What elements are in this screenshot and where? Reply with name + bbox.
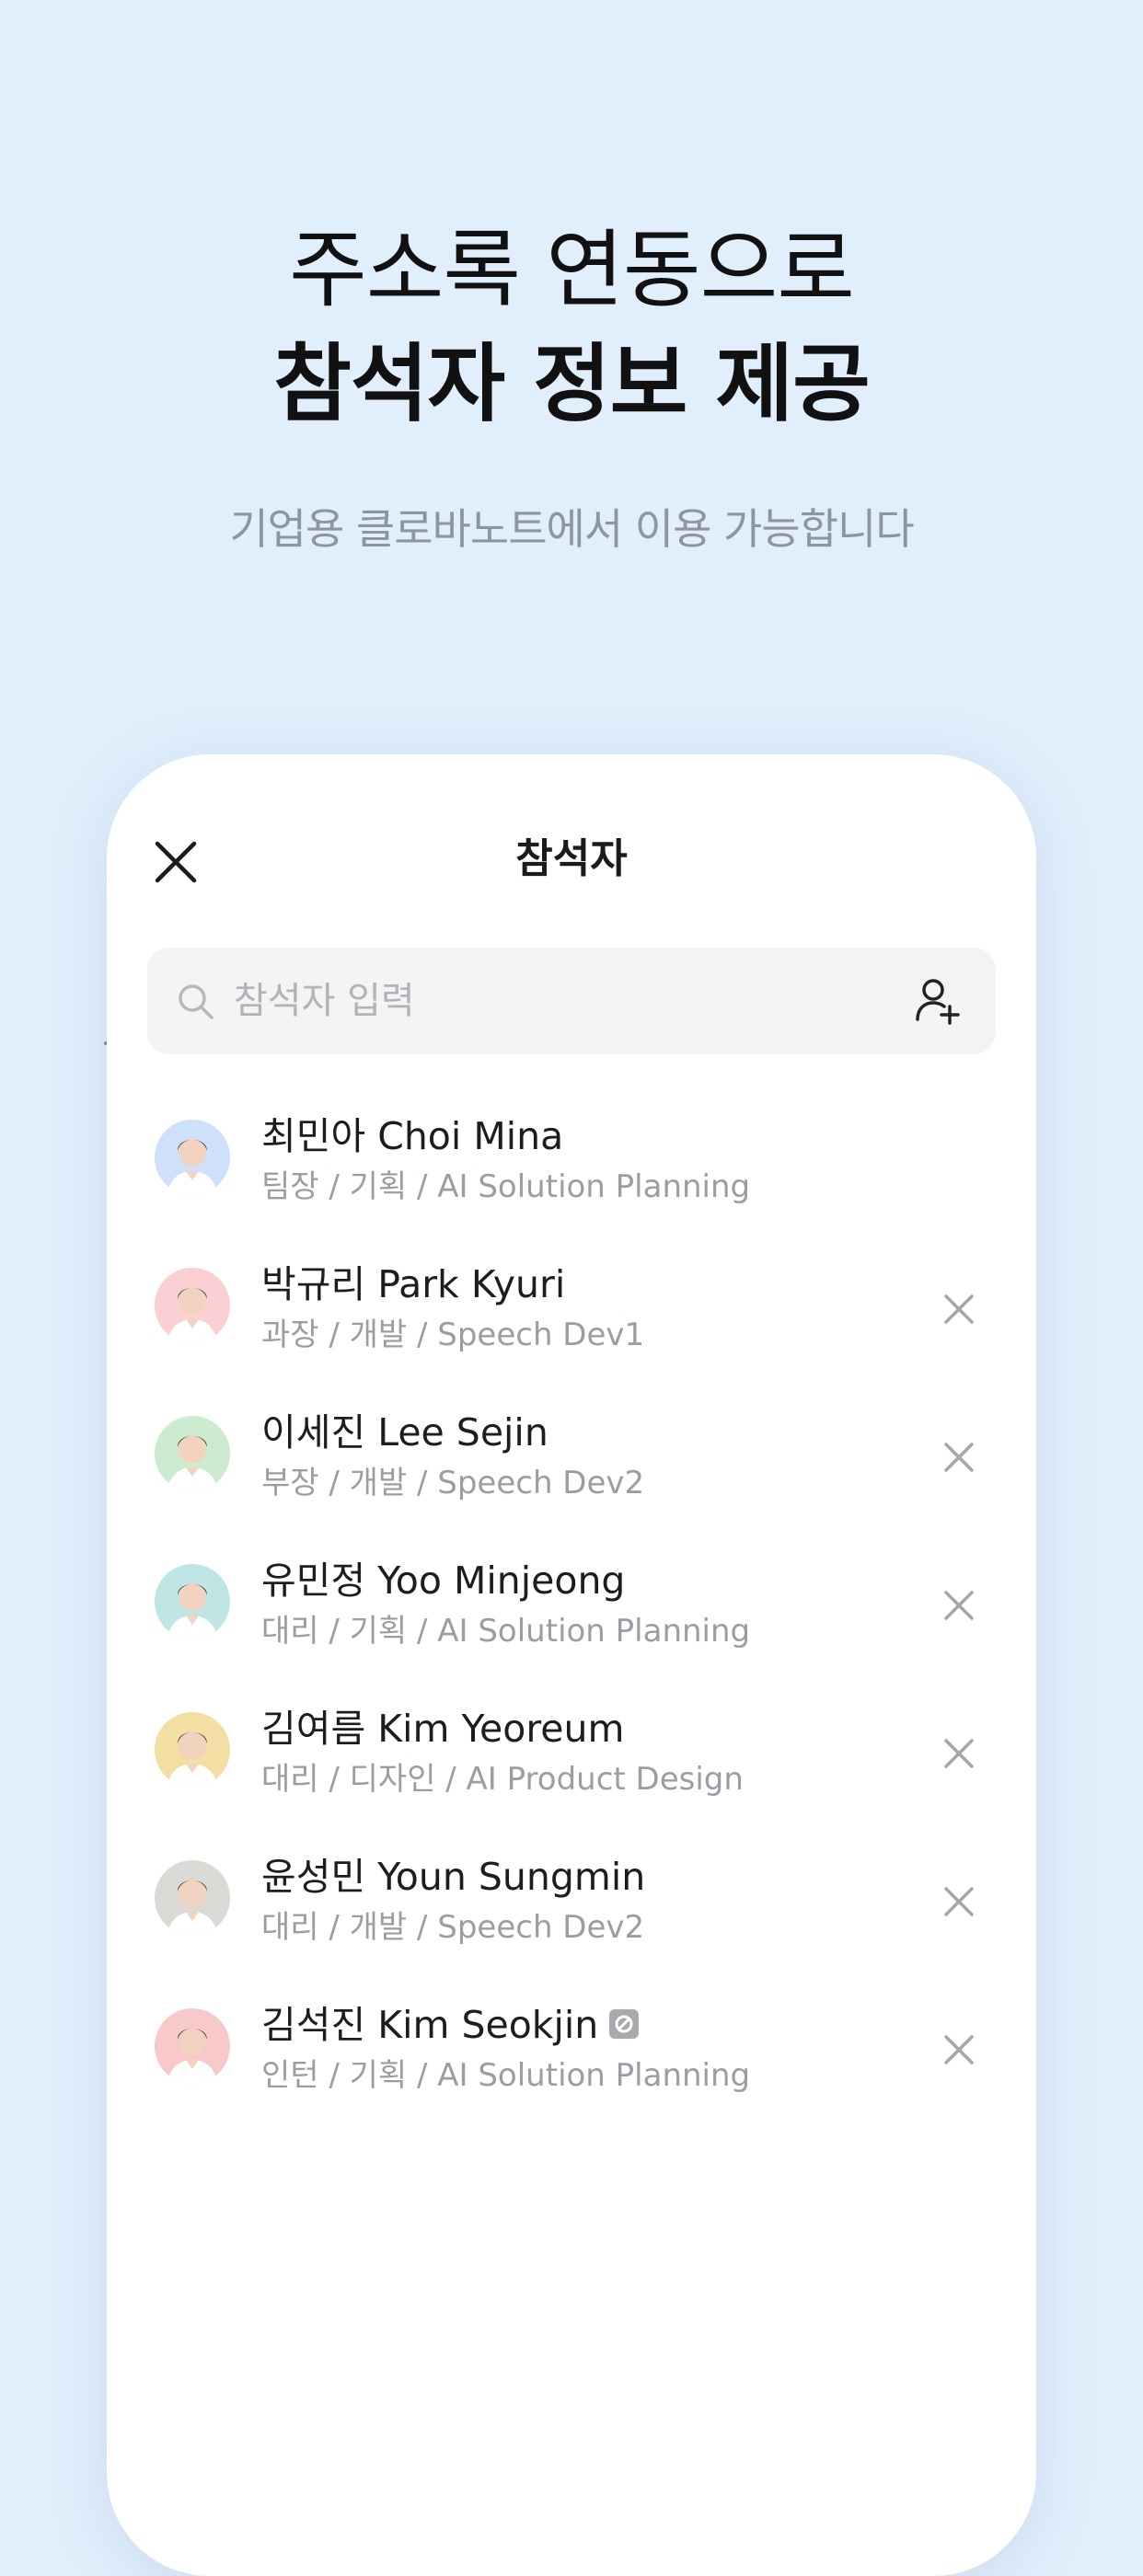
add-person-icon	[916, 979, 960, 1025]
participant-detail: 과장 / 개발 / Speech Dev1	[261, 1317, 645, 1353]
participant-row[interactable]: 유민정 Yoo Minjeong 대리 / 기획 / AI Solution Pl…	[107, 1537, 1036, 1685]
participant-name: 박규리 Park Kyuri	[261, 1262, 566, 1306]
avatar	[155, 1120, 230, 1195]
participant-row[interactable]: 박규리 Park Kyuri 과장 / 개발 / Speech Dev1	[107, 1241, 1036, 1389]
participant-name-text: 이세진 Lee Sejin	[261, 1410, 548, 1455]
participant-detail: 대리 / 디자인 / AI Product Design	[261, 1761, 744, 1798]
participant-name: 유민정 Yoo Minjeong	[261, 1558, 626, 1603]
participant-detail: 대리 / 기획 / AI Solution Planning	[261, 1613, 751, 1650]
remove-participant-button[interactable]	[942, 1885, 976, 1918]
participant-row[interactable]: 윤성민 Youn Sungmin 대리 / 개발 / Speech Dev2	[107, 1834, 1036, 1982]
participant-row[interactable]: 김석진 Kim Seokjin 인턴 / 기획 / AI Solution Pla…	[107, 1982, 1036, 2130]
participant-name: 김여름 Kim Yeoreum	[261, 1707, 625, 1751]
avatar	[155, 1268, 230, 1343]
participant-detail: 대리 / 개발 / Speech Dev2	[261, 1909, 645, 1946]
participant-row[interactable]: 이세진 Lee Sejin 부장 / 개발 / Speech Dev2	[107, 1389, 1036, 1537]
participant-detail: 팀장 / 기획 / AI Solution Planning	[261, 1168, 751, 1205]
remove-participant-button[interactable]	[942, 1441, 976, 1474]
participant-name-text: 윤성민 Youn Sungmin	[261, 1855, 646, 1899]
remove-icon	[944, 2035, 974, 2064]
participant-name: 이세진 Lee Sejin	[261, 1410, 548, 1455]
remove-icon	[944, 1294, 974, 1324]
avatar	[155, 1712, 230, 1788]
participant-name: 윤성민 Youn Sungmin	[261, 1855, 646, 1899]
participant-detail: 인턴 / 기획 / AI Solution Planning	[261, 2057, 751, 2094]
participant-name-text: 박규리 Park Kyuri	[261, 1262, 566, 1306]
participant-detail: 부장 / 개발 / Speech Dev2	[261, 1465, 645, 1501]
participant-name-text: 유민정 Yoo Minjeong	[261, 1558, 626, 1603]
avatar	[155, 1564, 230, 1639]
remove-participant-button[interactable]	[942, 1589, 976, 1622]
participant-name: 김석진 Kim Seokjin	[261, 2003, 640, 2047]
participant-row[interactable]: 최민아 Choi Mina 팀장 / 기획 / AI Solution Plann…	[107, 1093, 1036, 1241]
blocked-badge-icon	[609, 2009, 640, 2039]
participant-name-text: 김석진 Kim Seokjin	[261, 2003, 599, 2047]
remove-icon	[944, 1591, 974, 1620]
avatar	[155, 1416, 230, 1491]
sheet-title: 참석자	[515, 835, 628, 882]
search-icon	[179, 984, 214, 1019]
participant-name-text: 김여름 Kim Yeoreum	[261, 1707, 625, 1751]
add-person-button[interactable]	[915, 977, 961, 1025]
participant-row[interactable]: 김여름 Kim Yeoreum 대리 / 디자인 / AI Product Des…	[107, 1685, 1036, 1834]
participant-name-text: 최민아 Choi Mina	[261, 1114, 564, 1158]
subtitle: 기업용 클로바노트에서 이용 가능합니다	[229, 504, 914, 554]
participants-sheet: 참석자 최민아 Choi Mina 팀장 / 기획 / AI Solution P…	[107, 754, 1036, 2576]
headline-line-2: 참석자 정보 제공	[273, 335, 871, 433]
participant-search-input[interactable]	[234, 973, 878, 1029]
remove-participant-button[interactable]	[942, 2033, 976, 2066]
headline-line-1: 주소록 연동으로	[289, 221, 855, 319]
avatar	[155, 1860, 230, 1936]
remove-participant-button[interactable]	[942, 1293, 976, 1326]
search-bar[interactable]	[147, 948, 996, 1054]
remove-participant-button[interactable]	[942, 1737, 976, 1770]
remove-icon	[944, 1739, 974, 1768]
remove-icon	[944, 1887, 974, 1916]
participant-name: 최민아 Choi Mina	[261, 1114, 564, 1158]
avatar	[155, 2008, 230, 2084]
remove-icon	[944, 1443, 974, 1472]
